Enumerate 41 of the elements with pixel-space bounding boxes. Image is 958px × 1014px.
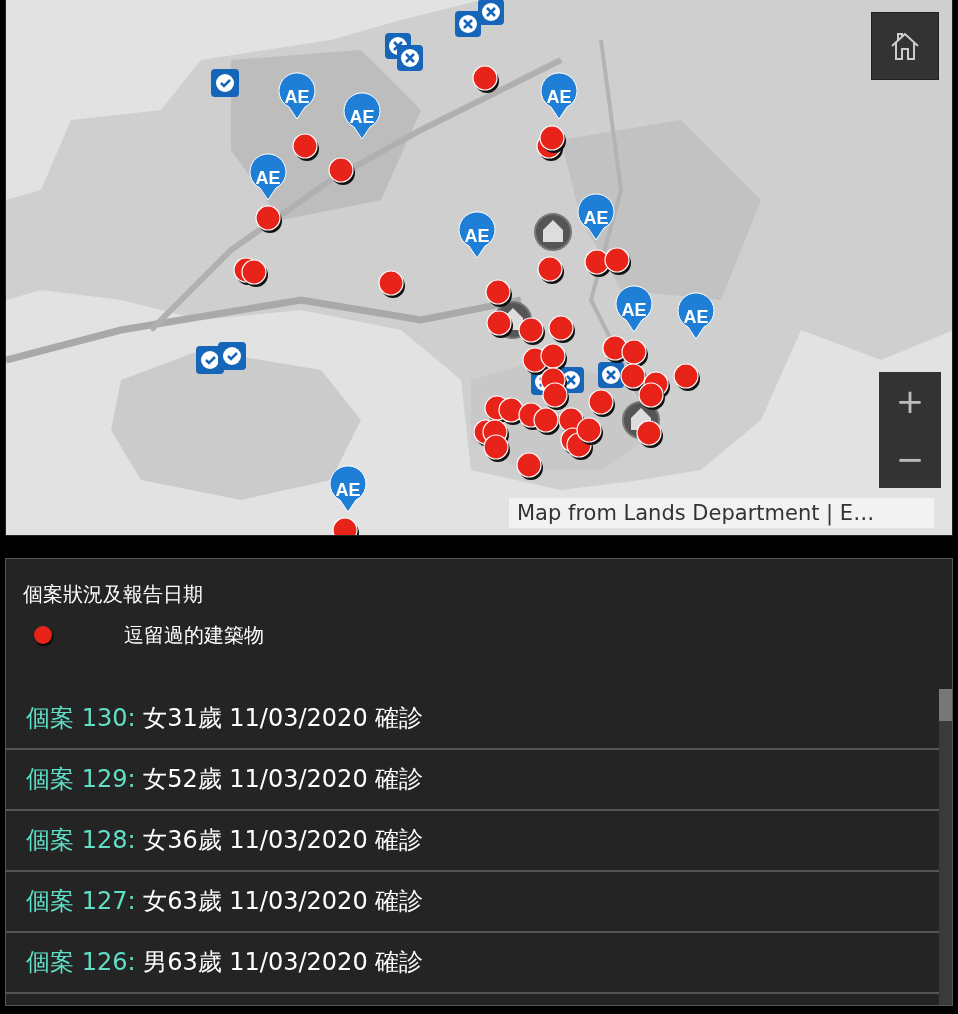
case-list-item[interactable]: 個案 130: 女31歲 11/03/2020 確診 <box>6 689 939 750</box>
scrollbar-thumb[interactable] <box>939 689 952 721</box>
map-pin[interactable]: AE <box>615 285 653 333</box>
map-pin[interactable]: AE <box>677 292 715 340</box>
check-marker-icon[interactable] <box>211 69 239 97</box>
map-marker-cluster[interactable] <box>385 33 423 71</box>
map-marker-cluster[interactable] <box>196 342 246 374</box>
case-list-item[interactable]: 個案 129: 女52歲 11/03/2020 確診 <box>6 750 939 811</box>
home-button[interactable] <box>871 12 939 80</box>
location-dot-icon[interactable] <box>673 363 700 391</box>
location-dot-icon[interactable] <box>537 256 564 284</box>
map-pin[interactable]: AE <box>249 153 287 201</box>
location-dot-icon[interactable] <box>516 452 543 480</box>
map-marker-cluster[interactable] <box>233 257 268 287</box>
zoom-in-button[interactable]: + <box>879 372 941 430</box>
map-pin[interactable]: AE <box>458 211 496 259</box>
map-pin[interactable]: AE <box>540 72 578 120</box>
building-marker-icon[interactable] <box>534 213 572 251</box>
map-marker-cluster[interactable] <box>584 247 631 277</box>
case-list-item[interactable]: 個案 127: 女63歲 11/03/2020 確診 <box>6 872 939 933</box>
map-marker-cluster[interactable] <box>485 279 545 345</box>
scrollbar[interactable] <box>939 689 952 1005</box>
case-list-item[interactable]: 個案 126: 男63歲 11/03/2020 確診 <box>6 933 939 994</box>
map-pin[interactable]: AE <box>278 72 316 120</box>
map-attribution: Map from Lands Department | E… <box>509 498 934 528</box>
location-dot-icon[interactable] <box>378 270 405 298</box>
map-marker-cluster[interactable] <box>473 315 603 462</box>
zoom-out-button[interactable]: − <box>879 430 941 488</box>
map-pin[interactable]: AE <box>577 193 615 241</box>
location-dot-icon[interactable] <box>292 133 319 161</box>
map-pin[interactable]: AE <box>329 465 367 513</box>
location-dot-icon[interactable] <box>328 157 355 185</box>
location-dot-icon[interactable] <box>472 65 499 93</box>
location-dot-icon[interactable] <box>255 205 282 233</box>
map-marker-cluster[interactable] <box>588 335 670 448</box>
legend-title: 個案狀況及報告日期 <box>22 581 204 608</box>
map-marker-cluster[interactable] <box>455 0 504 37</box>
map-pin[interactable]: AE <box>343 92 381 140</box>
case-list-item[interactable]: 個案 128: 女36歲 11/03/2020 確診 <box>6 811 939 872</box>
map-marker-cluster[interactable] <box>536 125 566 161</box>
legend-label: 逗留過的建築物 <box>124 621 264 649</box>
